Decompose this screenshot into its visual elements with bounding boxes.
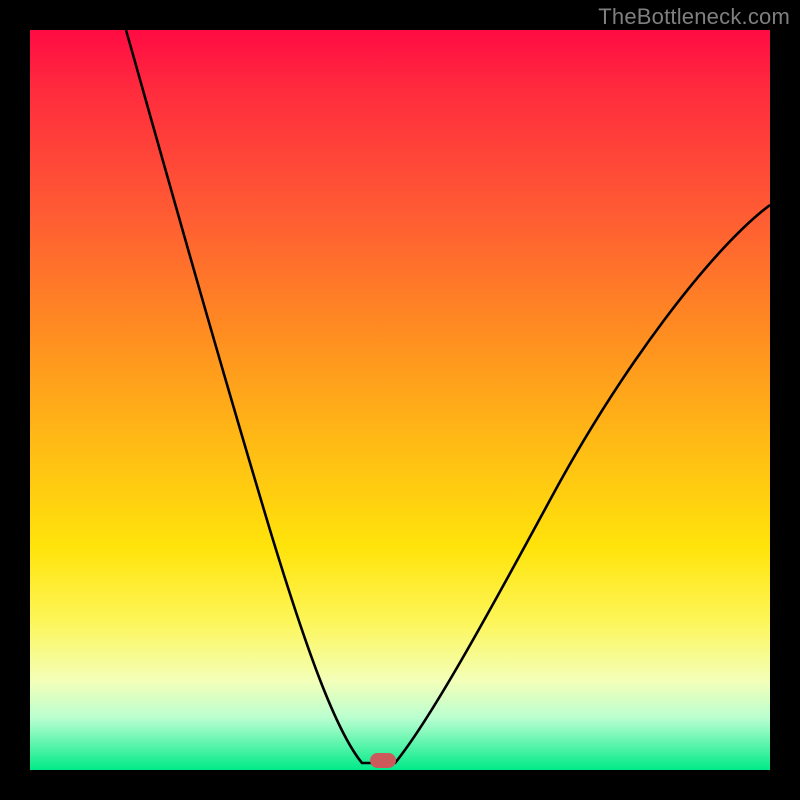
bottleneck-curve bbox=[30, 30, 770, 770]
curve-path bbox=[126, 30, 770, 763]
plot-area bbox=[30, 30, 770, 770]
chart-canvas: TheBottleneck.com bbox=[0, 0, 800, 800]
watermark-text: TheBottleneck.com bbox=[598, 4, 790, 30]
optimal-marker bbox=[370, 753, 396, 768]
